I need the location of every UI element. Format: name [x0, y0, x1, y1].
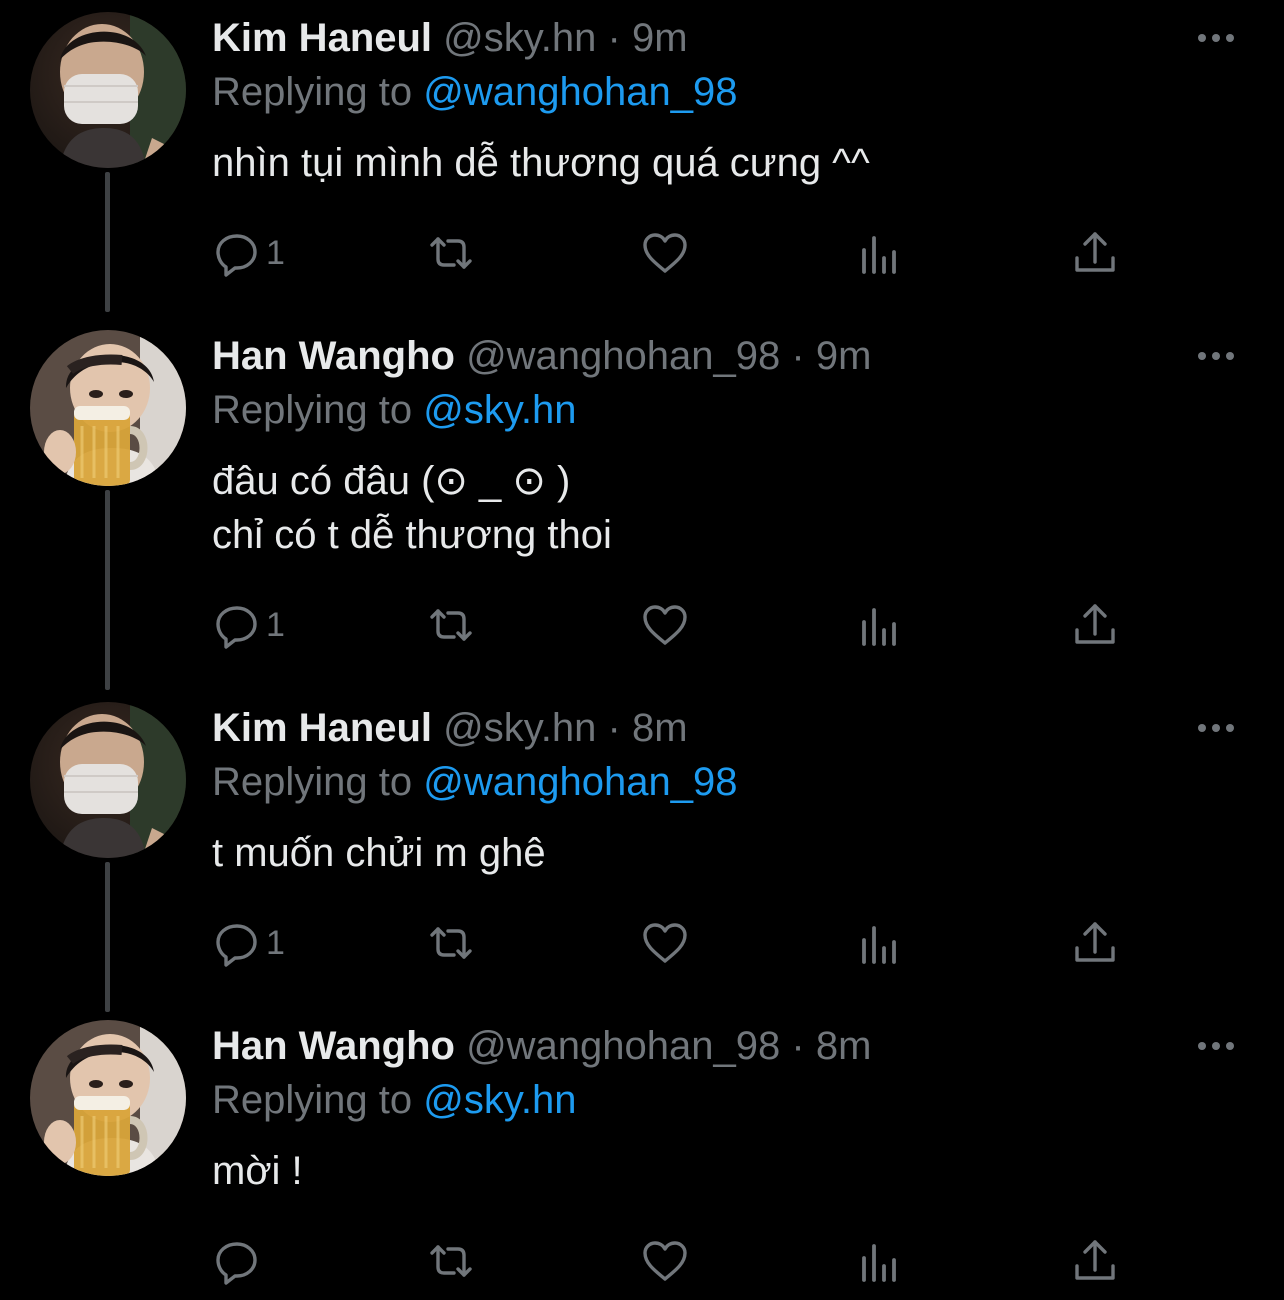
masked-man-avatar — [30, 702, 186, 858]
reply-button[interactable]: 1 — [212, 918, 285, 968]
tweet-actions — [212, 1236, 1132, 1286]
share-icon — [1070, 600, 1120, 650]
masked-man-avatar — [30, 12, 186, 168]
avatar[interactable] — [30, 330, 186, 486]
avatar[interactable] — [30, 1020, 186, 1176]
analytics-button[interactable] — [856, 1236, 906, 1286]
retweet-button[interactable] — [426, 1236, 476, 1286]
user-handle[interactable]: @sky.hn — [443, 16, 596, 60]
replying-to-label: Replying to — [212, 70, 413, 114]
tweet-actions: 1 — [212, 918, 1132, 968]
user-handle[interactable]: @wanghohan_98 — [466, 1024, 780, 1068]
retweet-icon — [426, 228, 476, 278]
analytics-button[interactable] — [856, 600, 906, 650]
separator-dot: · — [607, 16, 621, 60]
reply-button[interactable] — [212, 1236, 266, 1286]
user-handle[interactable]: @sky.hn — [443, 706, 596, 750]
mention-link[interactable]: @wanghohan_98 — [423, 760, 737, 804]
share-icon — [1070, 228, 1120, 278]
analytics-icon — [856, 600, 906, 650]
tweet-header: Han Wangho @wanghohan_98 · 9m — [212, 332, 871, 380]
replying-to-label: Replying to — [212, 1078, 413, 1122]
separator-dot: · — [791, 334, 805, 378]
thread-line — [105, 862, 110, 1012]
reply-icon — [212, 600, 262, 650]
tweet-header: Kim Haneul @sky.hn · 8m — [212, 704, 688, 752]
reply-count: 1 — [266, 923, 285, 962]
display-name[interactable]: Kim Haneul — [212, 16, 432, 60]
like-button[interactable] — [640, 918, 690, 968]
reply-button[interactable]: 1 — [212, 600, 285, 650]
thread-line — [105, 172, 110, 312]
tweet-text: mời ! — [212, 1149, 303, 1193]
like-icon — [640, 1236, 690, 1286]
more-icon[interactable] — [1198, 346, 1240, 366]
replying-to-line: Replying to @wanghohan_98 — [212, 758, 737, 806]
analytics-icon — [856, 1236, 906, 1286]
timestamp[interactable]: 9m — [632, 16, 688, 60]
tweet-header: Kim Haneul @sky.hn · 9m — [212, 14, 688, 62]
retweet-button[interactable] — [426, 918, 476, 968]
tweet-text: t muốn chửi m ghê — [212, 831, 546, 875]
reply-icon — [212, 918, 262, 968]
retweet-icon — [426, 600, 476, 650]
replying-to-label: Replying to — [212, 760, 413, 804]
tweet-text: nhìn tụi mình dễ thương quá cưng ^^ — [212, 141, 870, 185]
share-button[interactable] — [1070, 600, 1120, 650]
analytics-icon — [856, 228, 906, 278]
avatar[interactable] — [30, 702, 186, 858]
retweet-button[interactable] — [426, 600, 476, 650]
reply-icon — [212, 228, 262, 278]
timestamp[interactable]: 8m — [632, 706, 688, 750]
share-icon — [1070, 918, 1120, 968]
separator-dot: · — [607, 706, 621, 750]
tweet-text: đâu có đâu (⊙ _ ⊙ ) chỉ có t dễ thương t… — [212, 459, 612, 557]
display-name[interactable]: Han Wangho — [212, 1024, 455, 1068]
share-button[interactable] — [1070, 228, 1120, 278]
like-icon — [640, 228, 690, 278]
more-icon[interactable] — [1198, 28, 1240, 48]
reply-button[interactable]: 1 — [212, 228, 285, 278]
analytics-icon — [856, 918, 906, 968]
more-icon[interactable] — [1198, 1036, 1240, 1056]
replying-to-line: Replying to @wanghohan_98 — [212, 68, 737, 116]
timestamp[interactable]: 9m — [816, 334, 872, 378]
share-button[interactable] — [1070, 918, 1120, 968]
like-icon — [640, 918, 690, 968]
reply-count: 1 — [266, 605, 285, 644]
replying-to-label: Replying to — [212, 388, 413, 432]
thread-line — [105, 490, 110, 690]
mention-link[interactable]: @sky.hn — [423, 388, 576, 432]
like-button[interactable] — [640, 600, 690, 650]
mention-link[interactable]: @wanghohan_98 — [423, 70, 737, 114]
like-button[interactable] — [640, 1236, 690, 1286]
user-handle[interactable]: @wanghohan_98 — [466, 334, 780, 378]
beer-mug-avatar — [30, 330, 186, 486]
replying-to-line: Replying to @sky.hn — [212, 1076, 577, 1124]
more-icon[interactable] — [1198, 718, 1240, 738]
tweet-header: Han Wangho @wanghohan_98 · 8m — [212, 1022, 871, 1070]
like-button[interactable] — [640, 228, 690, 278]
retweet-icon — [426, 1236, 476, 1286]
reply-count: 1 — [266, 233, 285, 272]
analytics-button[interactable] — [856, 228, 906, 278]
display-name[interactable]: Han Wangho — [212, 334, 455, 378]
display-name[interactable]: Kim Haneul — [212, 706, 432, 750]
retweet-icon — [426, 918, 476, 968]
mention-link[interactable]: @sky.hn — [423, 1078, 576, 1122]
replying-to-line: Replying to @sky.hn — [212, 386, 577, 434]
like-icon — [640, 600, 690, 650]
avatar[interactable] — [30, 12, 186, 168]
separator-dot: · — [791, 1024, 805, 1068]
reply-icon — [212, 1236, 262, 1286]
retweet-button[interactable] — [426, 228, 476, 278]
share-button[interactable] — [1070, 1236, 1120, 1286]
analytics-button[interactable] — [856, 918, 906, 968]
tweet-actions: 1 — [212, 228, 1132, 278]
timestamp[interactable]: 8m — [816, 1024, 872, 1068]
tweet-actions: 1 — [212, 600, 1132, 650]
beer-mug-avatar — [30, 1020, 186, 1176]
share-icon — [1070, 1236, 1120, 1286]
